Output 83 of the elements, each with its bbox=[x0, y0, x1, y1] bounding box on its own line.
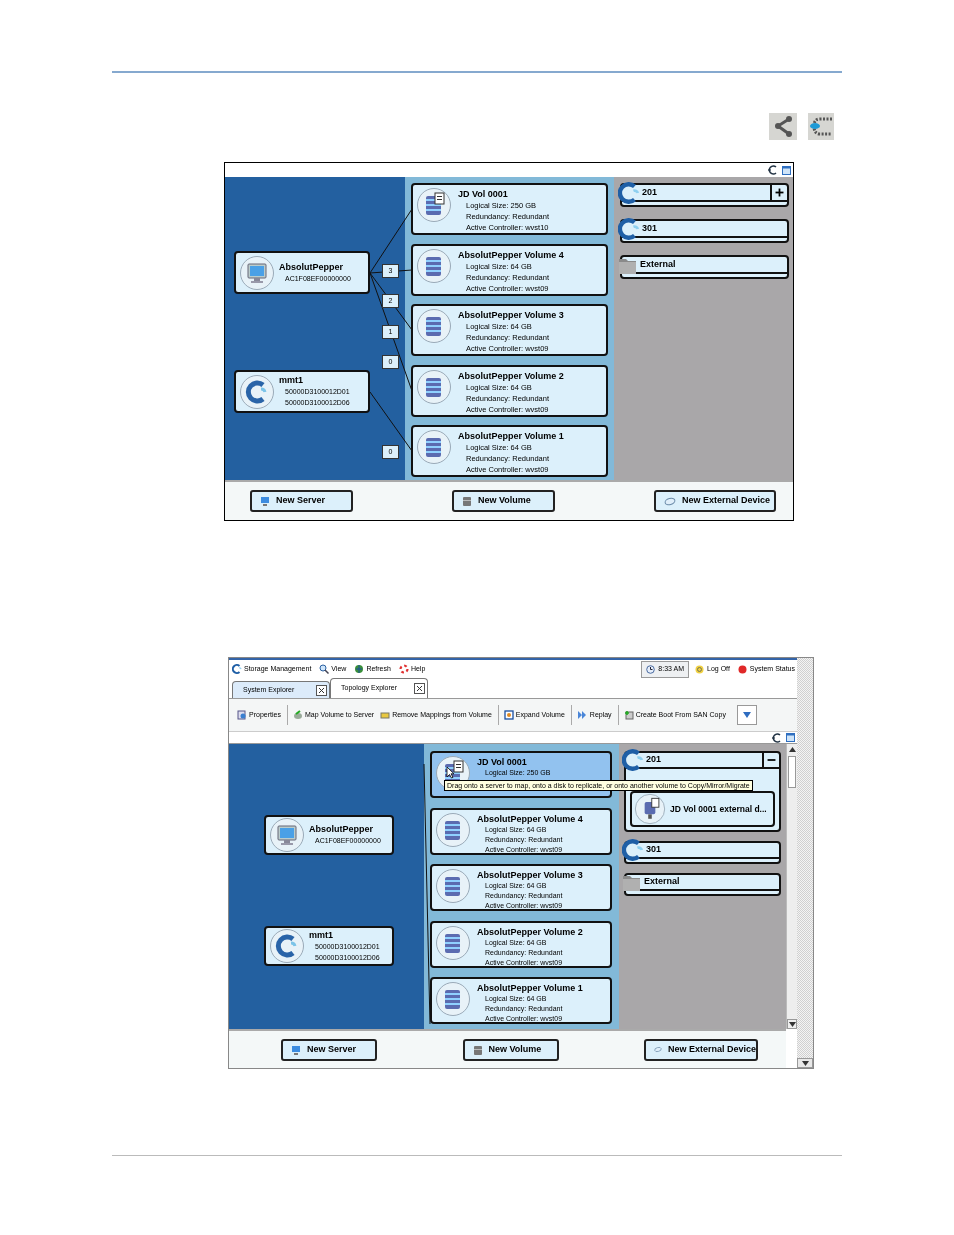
arrow-down-icon[interactable] bbox=[801, 1060, 809, 1066]
device-name: External bbox=[644, 875, 681, 889]
c-logo-icon bbox=[232, 664, 242, 674]
globe-icon bbox=[354, 664, 365, 674]
volume-name: JD Vol 0001 bbox=[458, 189, 509, 200]
c-logo-icon bbox=[618, 181, 640, 204]
c-logo-icon bbox=[269, 928, 305, 964]
disk-eraser-icon bbox=[380, 710, 391, 720]
volume-name: AbsolutPepper Volume 3 bbox=[477, 870, 583, 881]
arrow-down-icon[interactable] bbox=[788, 1021, 796, 1027]
refresh-icon[interactable] bbox=[767, 165, 779, 175]
document-icon bbox=[237, 710, 247, 720]
server-name: mmt1 bbox=[279, 375, 304, 386]
volume-name: AbsolutPepper Volume 4 bbox=[458, 249, 564, 261]
close-icon[interactable] bbox=[414, 683, 425, 694]
device-card[interactable]: 201 bbox=[620, 183, 789, 207]
arrow-up-icon[interactable] bbox=[788, 746, 796, 752]
server-name: AbsolutPepper bbox=[309, 824, 374, 835]
oval-icon bbox=[664, 496, 676, 506]
disk-copy-icon bbox=[634, 793, 666, 825]
c-logo-icon bbox=[622, 839, 644, 861]
disk-stack-icon bbox=[416, 308, 452, 344]
device-name: 301 bbox=[646, 843, 663, 857]
chevron-icon bbox=[741, 711, 752, 719]
expand-icon bbox=[503, 710, 514, 720]
disk-copy-icon bbox=[416, 187, 452, 223]
disk-stack-icon bbox=[435, 981, 471, 1017]
action-button[interactable]: New Volume bbox=[462, 1038, 559, 1061]
close-icon[interactable] bbox=[316, 684, 327, 696]
monitor-icon bbox=[260, 496, 270, 506]
scrollbar[interactable] bbox=[786, 744, 797, 1029]
device-card[interactable]: External bbox=[624, 873, 781, 896]
action-button[interactable]: New External Device bbox=[644, 1038, 758, 1061]
volume-name: AbsolutPepper Volume 1 bbox=[477, 983, 583, 994]
disk-stack-icon bbox=[416, 368, 452, 405]
window-icon[interactable] bbox=[782, 165, 791, 175]
share-icon[interactable] bbox=[769, 113, 797, 140]
scrollbar[interactable] bbox=[797, 658, 813, 1068]
oval-icon bbox=[654, 1045, 662, 1054]
disk-stack-icon bbox=[416, 429, 452, 465]
power-icon bbox=[695, 664, 704, 674]
window-icon[interactable] bbox=[786, 733, 795, 742]
volume-name: AbsolutPepper Volume 1 bbox=[458, 431, 564, 442]
volume-name: JD Vol 0001 bbox=[477, 757, 528, 768]
volume-name: AbsolutPepper Volume 4 bbox=[477, 813, 583, 825]
disk-stack-icon bbox=[435, 811, 471, 848]
action-button[interactable]: New Server bbox=[250, 490, 353, 512]
cursor-icon bbox=[446, 766, 455, 779]
refresh-icon[interactable] bbox=[771, 732, 783, 743]
monitor-icon bbox=[291, 1044, 301, 1055]
document-plus-icon bbox=[623, 710, 634, 720]
device-item-name: JD Vol 0001 external d... bbox=[670, 802, 767, 816]
c-logo-icon bbox=[239, 373, 275, 410]
device-card[interactable]: External bbox=[620, 255, 789, 279]
server-name: AbsolutPepper bbox=[279, 261, 344, 273]
disk-stack-icon bbox=[416, 247, 452, 284]
search-icon bbox=[319, 664, 330, 674]
device-item[interactable]: JD Vol 0001 external d... bbox=[630, 791, 775, 827]
volume-name: AbsolutPepper Volume 2 bbox=[458, 370, 564, 382]
c-logo-icon bbox=[622, 749, 644, 771]
volume-name: AbsolutPepper Volume 2 bbox=[477, 926, 583, 938]
server-name: mmt1 bbox=[309, 929, 334, 941]
disk-stack-icon bbox=[435, 868, 471, 904]
action-button[interactable]: New Volume bbox=[452, 490, 555, 512]
device-name: External bbox=[640, 257, 677, 271]
device-name: 201 bbox=[646, 753, 663, 767]
scrollbar-thumb[interactable] bbox=[788, 756, 796, 788]
monitor-icon bbox=[239, 254, 275, 291]
disk-stack-icon bbox=[435, 924, 471, 961]
device-name: 201 bbox=[642, 185, 659, 199]
dropdown-button[interactable] bbox=[736, 705, 757, 725]
clock-icon bbox=[646, 664, 656, 674]
device-card[interactable]: 301 bbox=[620, 219, 789, 243]
status-dot-icon bbox=[737, 664, 747, 674]
double-chevron-icon bbox=[576, 710, 588, 720]
device-card[interactable]: 301 bbox=[624, 841, 781, 864]
action-button[interactable]: New External Device bbox=[654, 490, 776, 512]
c-logo-icon bbox=[618, 217, 640, 240]
link-icon[interactable] bbox=[808, 113, 834, 140]
volume-name: AbsolutPepper Volume 3 bbox=[458, 310, 564, 321]
action-button[interactable]: New Server bbox=[281, 1038, 377, 1061]
device-name: 301 bbox=[642, 221, 659, 235]
monitor-icon bbox=[269, 817, 305, 853]
